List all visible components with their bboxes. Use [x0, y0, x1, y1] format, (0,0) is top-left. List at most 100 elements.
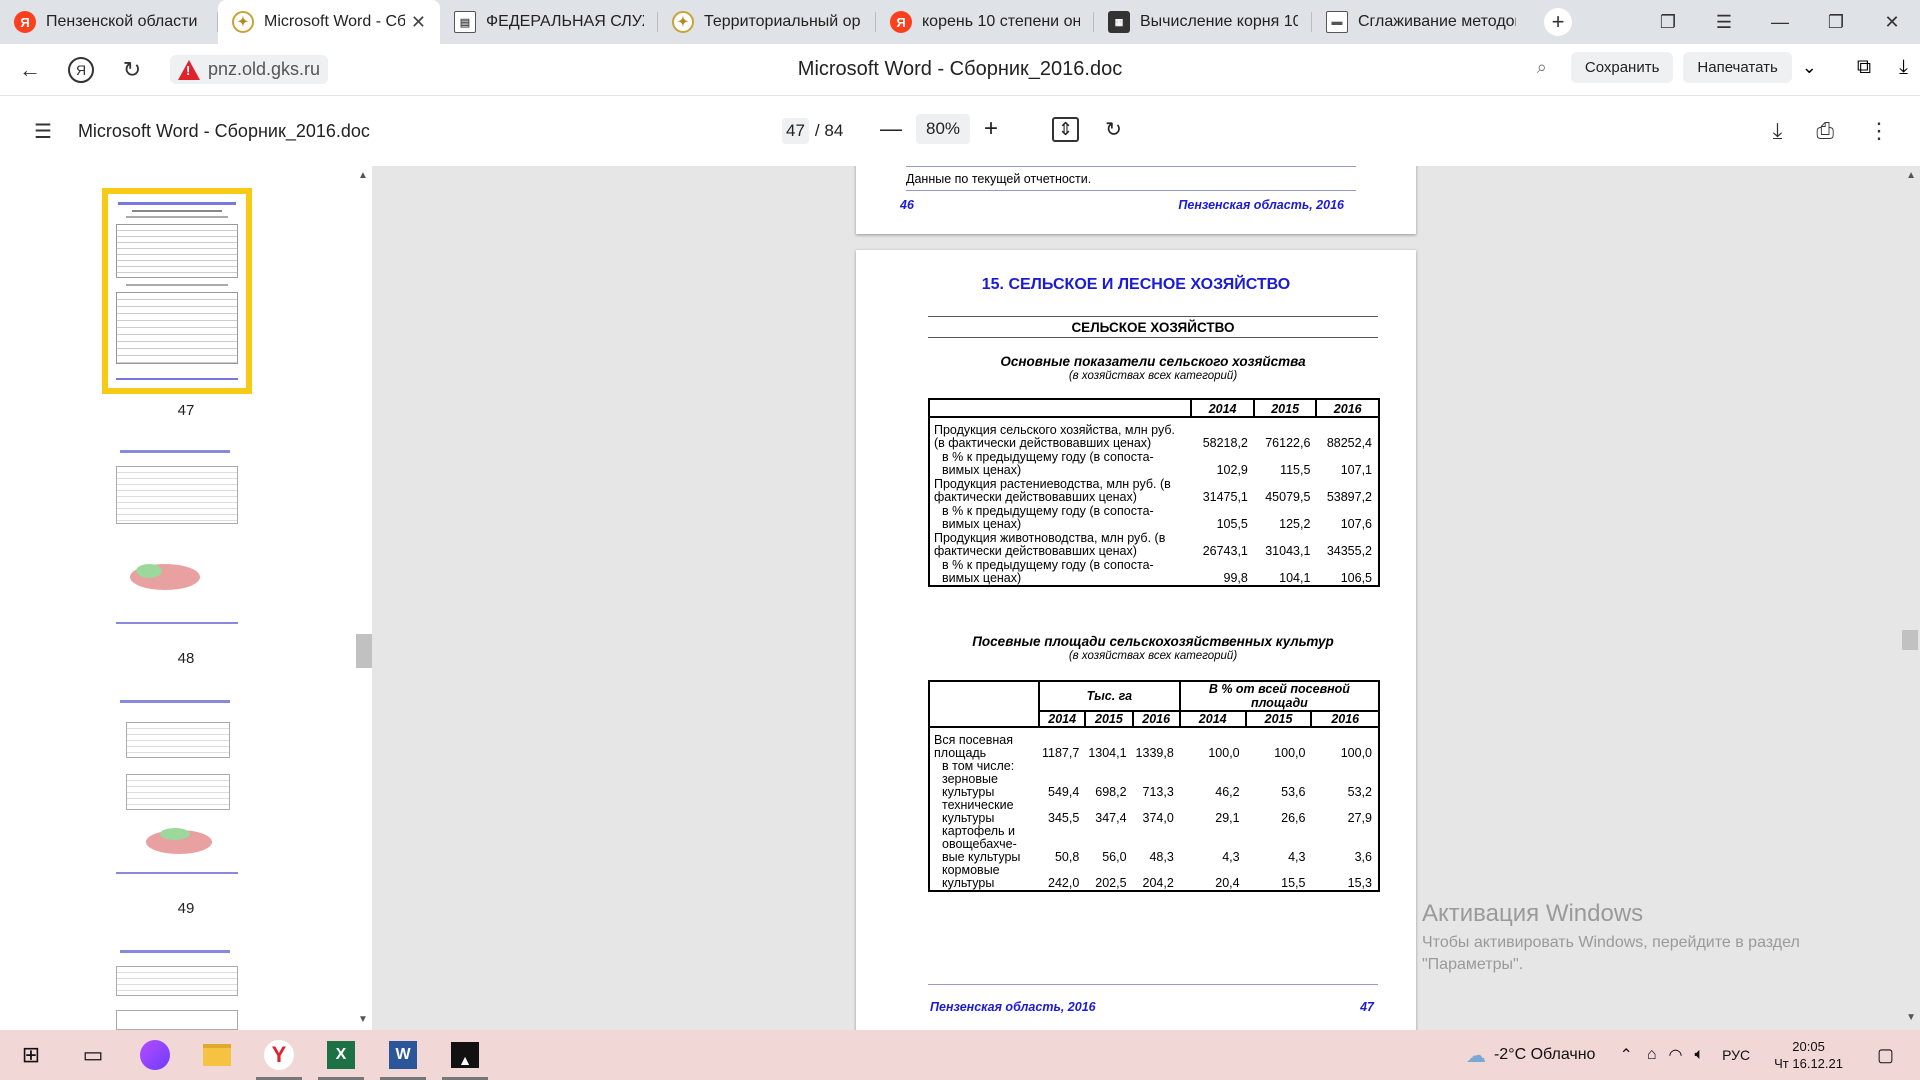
thumbnail-label: 48 — [177, 650, 195, 667]
document-icon: ▬ — [1326, 11, 1348, 33]
thumbnail-label: 47 — [177, 402, 195, 419]
url-field[interactable]: pnz.old.gks.ru — [170, 55, 329, 84]
table1-row: Продукция животноводства, млн руб. (в фа… — [927, 531, 1380, 558]
insecure-warning-icon — [178, 59, 200, 80]
task-view-icon[interactable]: ▭ — [62, 1030, 124, 1080]
network-icon[interactable]: ⌂ — [1647, 1046, 1657, 1064]
page-footer-region: Пензенская область, 2016 — [930, 1000, 1096, 1014]
back-icon[interactable]: ← — [14, 54, 46, 86]
scroll-up-arrow-icon[interactable]: ▲ — [1906, 170, 1916, 181]
clock[interactable]: 20:05 Чт 16.12.21 — [1774, 1038, 1843, 1072]
weather-icon[interactable]: ☁ — [1466, 1043, 1486, 1068]
tab-0[interactable]: Я Пензенской области — [0, 0, 218, 44]
zoom-in-icon[interactable]: + — [984, 115, 998, 143]
zoom-out-icon[interactable]: — — [880, 116, 902, 142]
table1-row: в % к предыдущему году (в сопоста-вимых … — [927, 504, 1380, 531]
thumbnail-page-48[interactable] — [110, 444, 244, 634]
wifi-icon[interactable]: ◠ — [1669, 1045, 1683, 1065]
download-icon[interactable]: ⤓ — [1899, 56, 1908, 79]
excel-icon[interactable]: X — [310, 1030, 372, 1080]
yandex-favicon-icon: Я — [890, 11, 912, 33]
tab-2[interactable]: ▤ ФЕДЕРАЛЬНАЯ СЛУЖ — [440, 0, 658, 44]
scroll-up-arrow-icon[interactable]: ▲ — [358, 170, 370, 181]
page-footer-number: 47 — [1360, 1000, 1374, 1014]
thumbnail-page-50[interactable] — [110, 944, 244, 1030]
table2-header-percent: В % от всей посевной площади — [1178, 680, 1381, 712]
sidebar-scrollbar-thumb[interactable] — [356, 634, 372, 668]
table1-row: Продукция растениеводства, млн руб. (в ф… — [927, 477, 1380, 504]
table1: 2014 2015 2016 Продукция сельского хозяй… — [927, 398, 1380, 587]
table1-row: в % к предыдущему году (в сопоста-вимых … — [927, 558, 1380, 586]
search-page-icon[interactable]: ⌕ — [1537, 57, 1547, 78]
gks-emblem-icon: ✦ — [672, 11, 694, 33]
tab-4[interactable]: Якорень 10 степени он — [876, 0, 1094, 44]
print-button[interactable]: Напечатать — [1683, 52, 1792, 83]
thumbnail-page-49[interactable] — [110, 694, 244, 884]
file-explorer-icon[interactable] — [186, 1030, 248, 1080]
address-bar: ← Я ↻ pnz.old.gks.ru Microsoft Word - Сб… — [0, 44, 1920, 96]
browser-tab-bar: Я Пензенской области ✦ Microsoft Word - Сб… — [0, 0, 1920, 44]
section-title: СЕЛЬСКОЕ ХОЗЯЙСТВО — [1071, 320, 1235, 335]
windows-activation-watermark: Активация Windows Чтобы активировать Win… — [1422, 900, 1800, 973]
table2-subtitle: (в хозяйствах всех категорий) — [1068, 650, 1238, 662]
page-footer-region: Пензенская область, 2016 — [1178, 198, 1344, 212]
zoom-level[interactable]: 80% — [916, 114, 971, 144]
windows-start-icon[interactable]: ⊞ — [0, 1030, 62, 1080]
weather-text[interactable]: -2°C Облачно — [1494, 1046, 1595, 1064]
thumbnail-page-47[interactable] — [102, 188, 252, 394]
tab-6[interactable]: ▬ Сглаживание методом — [1312, 0, 1530, 44]
tab-3[interactable]: ✦ Территориальный ор — [658, 0, 876, 44]
tabs-overview-icon[interactable]: ❐ — [1640, 12, 1696, 33]
rotate-icon[interactable]: ↻ — [1105, 117, 1122, 142]
download-icon[interactable]: ⤓ — [1773, 118, 1783, 144]
volume-icon[interactable]: 🔈︎ — [1694, 1046, 1704, 1064]
restore-icon[interactable]: ❐ — [1808, 12, 1864, 33]
close-window-icon[interactable]: ✕ — [1864, 12, 1920, 33]
image-viewer-icon[interactable]: ▲ — [434, 1030, 496, 1080]
yandex-browser-icon[interactable]: Y — [248, 1030, 310, 1080]
yandex-button-icon[interactable]: Я — [68, 56, 94, 83]
chevron-down-icon[interactable]: ⌄ — [1802, 57, 1817, 78]
table2: Тыс. га В % от всей посевной площади 201… — [928, 680, 1381, 892]
table1-title: Основные показатели сельского хозяйства — [1000, 354, 1306, 369]
table2-row: картофель и овощебахче-вые культуры 50,8 5… — [928, 825, 1380, 864]
pdf-title: Microsoft Word - Сборник_2016.doc — [77, 120, 370, 141]
scroll-down-arrow-icon[interactable]: ▼ — [358, 1014, 370, 1025]
table2-row: Вся посевная площадь 1187,7 1304,1 1339,8 10… — [928, 727, 1380, 760]
notification-center-icon[interactable]: ▢ — [1877, 1045, 1894, 1066]
language-indicator[interactable]: РУС — [1722, 1047, 1750, 1063]
new-tab-button[interactable]: + — [1544, 8, 1572, 36]
calculator-icon: ▦ — [1108, 11, 1130, 33]
pdf-toolbar: ☰ Microsoft Word - Сборник_2016.doc 47 /… — [0, 96, 1920, 166]
menu-icon[interactable]: ☰ — [34, 119, 52, 144]
table1-row: в % к предыдущему году (в сопоста-вимых … — [927, 450, 1380, 477]
save-button[interactable]: Сохранить — [1570, 52, 1674, 83]
alice-assistant-icon[interactable] — [124, 1030, 186, 1080]
thumbnail-sidebar: 47 48 49 ▲ ▼ — [0, 166, 372, 1030]
more-options-icon[interactable]: ⋮ — [1868, 118, 1890, 144]
document-scrollbar-thumb[interactable] — [1902, 630, 1918, 650]
minimize-icon[interactable]: — — [1752, 12, 1808, 33]
scroll-down-arrow-icon[interactable]: ▼ — [1906, 1012, 1916, 1023]
page-total: / 84 — [814, 121, 844, 140]
page-47: 15. СЕЛЬСКОЕ И ЛЕСНОЕ ХОЗЯЙСТВО СЕЛЬСКОЕ… — [856, 250, 1416, 1030]
table2-title: Посевные площади сельскохозяйственных ку… — [972, 634, 1334, 649]
close-tab-icon[interactable]: ✕ — [411, 12, 426, 33]
menu-icon[interactable]: ☰ — [1696, 12, 1752, 33]
print-icon[interactable]: ⎙ — [1816, 118, 1834, 144]
chevron-up-icon[interactable]: ⌃ — [1619, 1045, 1632, 1065]
table2-header-thousand-ha: Тыс. га — [1038, 680, 1181, 712]
page-footer-number: 46 — [900, 198, 914, 212]
windows-taskbar: ⊞ ▭ Y X W ▲ ☁ -2°C Облачно ⌃ ⌂ ◠ 🔈︎ РУС … — [0, 1030, 1920, 1080]
table1-subtitle: (в хозяйствах всех категорий) — [1068, 370, 1238, 382]
fit-page-icon[interactable]: ⇕ — [1052, 116, 1080, 142]
word-icon[interactable]: W — [372, 1030, 434, 1080]
yandex-favicon-icon: Я — [14, 11, 36, 33]
bookmarks-icon[interactable]: ⧉ — [1857, 56, 1871, 79]
page-number-input[interactable]: 47 — [782, 118, 809, 144]
tab-1[interactable]: ✦ Microsoft Word - Сб ✕ — [218, 0, 440, 44]
reload-icon[interactable]: ↻ — [116, 54, 148, 86]
table2-row: технические культуры 345,5 347,4 374,0 29,1 2… — [928, 799, 1380, 825]
tab-5[interactable]: ▦ Вычисление корня 10 — [1094, 0, 1312, 44]
page-46: Данные по текущей отчетности. 46 Пензенс… — [856, 166, 1416, 234]
